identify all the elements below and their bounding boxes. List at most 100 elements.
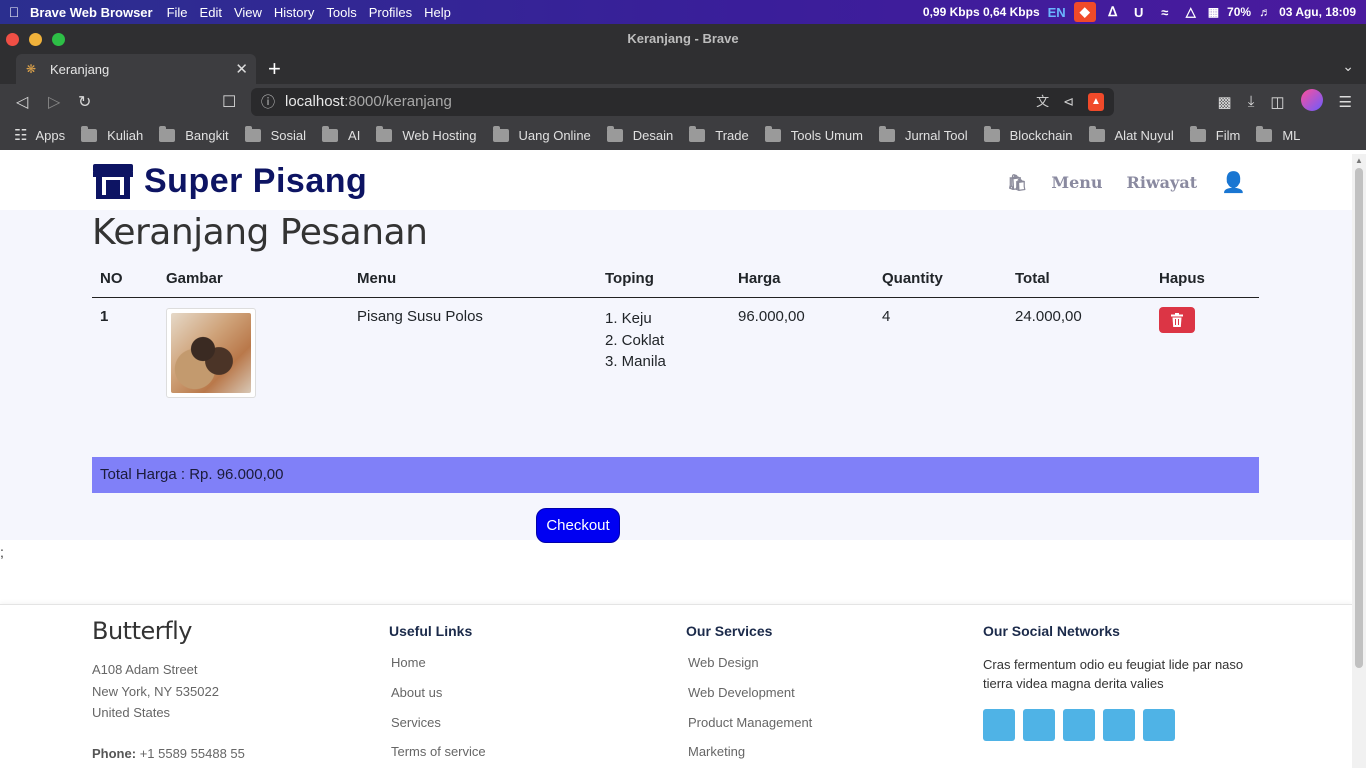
menu-edit[interactable]: Edit bbox=[200, 5, 222, 20]
url-path: :8000/keranjang bbox=[344, 93, 452, 110]
social-icon[interactable] bbox=[1103, 709, 1135, 741]
site-info-icon[interactable]: ⓘ bbox=[261, 88, 275, 116]
wifi-icon[interactable]: ≈ bbox=[1156, 4, 1174, 20]
input-language[interactable]: EN bbox=[1048, 5, 1066, 20]
bookmark-label: Tools Umum bbox=[790, 127, 863, 143]
tab-search-chevron-icon[interactable]: ⌄ bbox=[1342, 58, 1354, 75]
checkout-button[interactable]: Checkout bbox=[536, 508, 620, 543]
window-titlebar: Keranjang - Brave bbox=[0, 24, 1366, 54]
social-icon[interactable] bbox=[1063, 709, 1095, 741]
shopping-bag-icon[interactable]: 🛍 bbox=[1007, 173, 1027, 192]
footer-service-web-dev[interactable]: Web Development bbox=[688, 685, 812, 700]
footer-link-services[interactable]: Services bbox=[391, 715, 486, 730]
bookmark-folder[interactable]: Jurnal Tool bbox=[879, 125, 968, 143]
profile-avatar-icon[interactable] bbox=[1300, 89, 1323, 111]
close-window-button[interactable] bbox=[6, 33, 19, 46]
tab-title: Keranjang bbox=[50, 61, 110, 77]
back-icon[interactable]: ◁ bbox=[16, 92, 28, 112]
bookmark-folder[interactable]: Desain bbox=[606, 125, 673, 143]
notification-bell-icon[interactable]: △ bbox=[1182, 4, 1200, 20]
hamburger-menu-icon[interactable]: ☰ bbox=[1339, 93, 1352, 111]
bookmark-label: Alat Nuyul bbox=[1114, 127, 1174, 143]
product-thumbnail bbox=[166, 308, 256, 398]
menu-history[interactable]: History bbox=[274, 5, 314, 20]
menu-file[interactable]: File bbox=[167, 5, 188, 20]
vpn-icon[interactable]: U bbox=[1130, 4, 1148, 20]
os-menubar:  Brave Web Browser File Edit View Histo… bbox=[0, 0, 1366, 24]
footer-service-product[interactable]: Product Management bbox=[688, 715, 812, 730]
bookmark-folder[interactable]: Film bbox=[1189, 125, 1240, 143]
forward-icon[interactable]: ▷ bbox=[48, 92, 60, 112]
main-nav: 🛍 Menu Riwayat 👤 bbox=[1007, 170, 1246, 194]
cell-menu: Pisang Susu Polos bbox=[357, 308, 483, 325]
bookmark-apps[interactable]: ☷ Apps bbox=[14, 126, 65, 144]
battery-icon[interactable]: ▦ bbox=[1208, 5, 1219, 19]
bookmark-folder[interactable]: AI bbox=[322, 125, 360, 143]
bookmark-folder[interactable]: Alat Nuyul bbox=[1088, 125, 1174, 143]
folder-icon bbox=[689, 125, 706, 142]
page-scrollbar[interactable]: ▲ bbox=[1352, 154, 1366, 768]
delete-item-button[interactable] bbox=[1159, 307, 1195, 333]
footer-link-about[interactable]: About us bbox=[391, 685, 486, 700]
bookmark-folder[interactable]: ML bbox=[1256, 125, 1301, 143]
volume-icon[interactable]: ♬ bbox=[1259, 5, 1271, 19]
menu-profiles[interactable]: Profiles bbox=[369, 5, 412, 20]
bookmark-folder[interactable]: Kuliah bbox=[81, 125, 143, 143]
share-icon[interactable]: ⊲ bbox=[1063, 88, 1074, 116]
bookmark-label: Bangkit bbox=[185, 127, 229, 143]
download-icon[interactable]: ⤓ bbox=[1248, 93, 1255, 110]
social-icon[interactable] bbox=[1143, 709, 1175, 741]
col-gambar: Gambar bbox=[158, 262, 349, 298]
app-name[interactable]: Brave Web Browser bbox=[30, 5, 153, 20]
cell-no: 1 bbox=[100, 308, 109, 325]
brand-logo[interactable]: Super Pisang bbox=[92, 162, 367, 201]
menu-view[interactable]: View bbox=[234, 5, 262, 20]
folder-icon bbox=[244, 125, 261, 142]
sidebar-icon[interactable]: ◫ bbox=[1270, 93, 1284, 111]
bookmark-label: Jurnal Tool bbox=[905, 127, 968, 143]
menu-help[interactable]: Help bbox=[424, 5, 451, 20]
bookmark-label: ML bbox=[1282, 127, 1301, 143]
tab-keranjang[interactable]: ❋ Keranjang ✕ bbox=[16, 54, 256, 84]
bookmark-icon[interactable]: ☐ bbox=[222, 92, 236, 112]
new-tab-button[interactable]: + bbox=[268, 56, 281, 82]
bookmark-label: Uang Online bbox=[518, 127, 591, 143]
folder-icon bbox=[159, 125, 176, 142]
brave-shields-icon[interactable]: ▲ bbox=[1088, 93, 1104, 111]
bookmark-folder[interactable]: Sosial bbox=[244, 125, 307, 143]
user-icon[interactable]: 👤 bbox=[1221, 170, 1246, 194]
bookmark-folder[interactable]: Trade bbox=[689, 125, 749, 143]
reload-icon[interactable]: ↻ bbox=[78, 92, 91, 112]
scroll-up-icon[interactable]: ▲ bbox=[1355, 156, 1363, 165]
social-icon[interactable] bbox=[1023, 709, 1055, 741]
apple-icon[interactable]:  bbox=[2, 4, 26, 20]
footer-link-terms[interactable]: Terms of service bbox=[391, 744, 486, 759]
extensions-icon[interactable]: ▩ bbox=[1218, 93, 1232, 111]
close-tab-icon[interactable]: ✕ bbox=[235, 60, 248, 78]
bookmark-folder[interactable]: Blockchain bbox=[983, 125, 1073, 143]
translate-icon[interactable]: 文 bbox=[1036, 88, 1049, 116]
table-header-row: NO Gambar Menu Toping Harga Quantity Tot… bbox=[92, 262, 1259, 298]
brave-tray-icon[interactable]: ◆ bbox=[1073, 2, 1096, 22]
scrollbar-thumb[interactable] bbox=[1355, 168, 1363, 668]
menu-tools[interactable]: Tools bbox=[326, 5, 356, 20]
footer-service-web-design[interactable]: Web Design bbox=[688, 655, 812, 670]
bookmark-folder[interactable]: Bangkit bbox=[159, 125, 229, 143]
bookmark-label: Sosial bbox=[270, 127, 307, 143]
network-speed: 0,99 Kbps 0,64 Kbps bbox=[922, 5, 1040, 19]
maximize-window-button[interactable] bbox=[52, 33, 65, 46]
window-title: Keranjang - Brave bbox=[627, 31, 739, 46]
minimize-window-button[interactable] bbox=[29, 33, 42, 46]
tab-strip: ❋ Keranjang ✕ + ⌄ bbox=[0, 54, 1366, 84]
bluetooth-icon[interactable]: ᐃ bbox=[1104, 4, 1122, 20]
clock[interactable]: 03 Agu, 18:09 bbox=[1279, 5, 1356, 19]
footer-link-home[interactable]: Home bbox=[391, 655, 486, 670]
social-icon[interactable] bbox=[983, 709, 1015, 741]
nav-menu[interactable]: Menu bbox=[1051, 173, 1102, 192]
bookmark-folder[interactable]: Uang Online bbox=[492, 125, 591, 143]
bookmark-folder[interactable]: Web Hosting bbox=[376, 125, 477, 143]
address-bar[interactable]: ⓘ localhost:8000/keranjang 文 ⊲ ▲ bbox=[251, 88, 1114, 116]
bookmark-folder[interactable]: Tools Umum bbox=[764, 125, 863, 143]
nav-riwayat[interactable]: Riwayat bbox=[1127, 173, 1198, 192]
footer-service-marketing[interactable]: Marketing bbox=[688, 744, 812, 759]
